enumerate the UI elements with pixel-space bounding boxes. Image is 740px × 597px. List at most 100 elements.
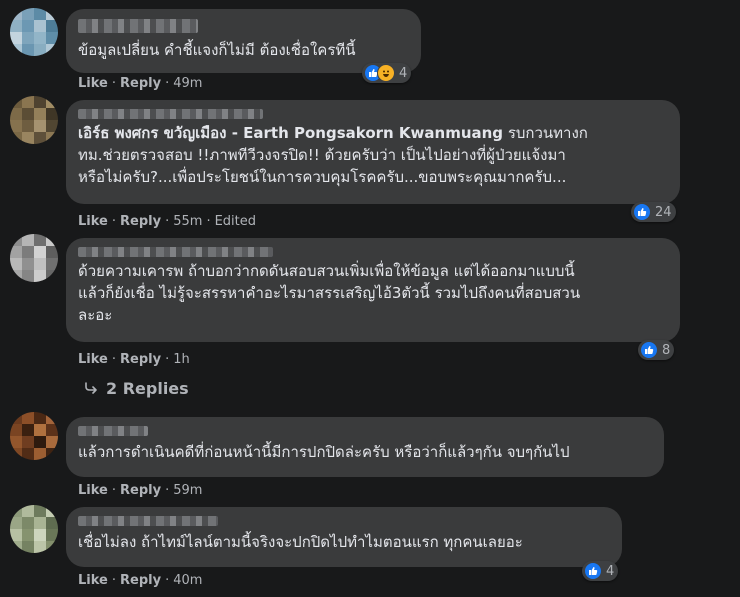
separator-dot: · bbox=[165, 352, 170, 367]
avatar-pixel bbox=[10, 132, 22, 144]
separator-dot: · bbox=[111, 483, 116, 498]
avatar-pixel bbox=[22, 234, 34, 246]
comment-text: แล้วการดำเนินคดีที่ก่อนหน้านี้มีการปกปิด… bbox=[78, 443, 570, 461]
avatar-pixel bbox=[34, 412, 46, 424]
avatar-pixel bbox=[10, 541, 22, 553]
reaction-summary[interactable]: 24 bbox=[631, 202, 676, 222]
separator-dot: · bbox=[111, 76, 116, 91]
avatar-pixel bbox=[46, 505, 58, 517]
like-link[interactable]: Like bbox=[78, 76, 108, 91]
avatar-pixel bbox=[10, 8, 22, 20]
commenter-name[interactable] bbox=[78, 109, 263, 119]
avatar-pixel bbox=[10, 120, 22, 132]
avatar-pixel bbox=[34, 541, 46, 553]
avatar-pixel bbox=[10, 436, 22, 448]
edited-label: Edited bbox=[214, 214, 257, 229]
reply-link[interactable]: Reply bbox=[120, 76, 161, 91]
avatar-pixel bbox=[46, 20, 58, 32]
timestamp[interactable]: 59m bbox=[173, 483, 202, 498]
avatar-pixel bbox=[22, 120, 34, 132]
avatar-pixel bbox=[22, 412, 34, 424]
view-replies-button[interactable]: 2 Replies bbox=[84, 379, 189, 398]
tagged-person[interactable]: เอิร์ธ พงศกร ขวัญเมือง - Earth Pongsakor… bbox=[78, 124, 503, 142]
replies-label: 2 Replies bbox=[106, 379, 189, 398]
avatar-pixel bbox=[34, 108, 46, 120]
avatar-pixel bbox=[10, 424, 22, 436]
comment-text: เชื่อไม่ลง ถ้าไทม์ไลน์ตามนี้จริงจะปกปิดไ… bbox=[78, 533, 523, 551]
avatar-pixel bbox=[34, 270, 46, 282]
comment-bubble: เอิร์ธ พงศกร ขวัญเมือง - Earth Pongsakor… bbox=[66, 100, 680, 204]
avatar[interactable] bbox=[10, 96, 58, 144]
comment-actions: Like · Reply · 1h bbox=[78, 352, 190, 367]
separator-dot: · bbox=[111, 214, 116, 229]
avatar-pixel bbox=[34, 44, 46, 56]
reaction-summary[interactable]: 4 bbox=[582, 561, 619, 581]
avatar[interactable] bbox=[10, 412, 58, 460]
timestamp[interactable]: 49m bbox=[173, 76, 202, 91]
timestamp[interactable]: 1h bbox=[173, 352, 190, 367]
timestamp[interactable]: 40m bbox=[173, 573, 202, 588]
avatar-pixel bbox=[34, 424, 46, 436]
avatar-pixel bbox=[46, 270, 58, 282]
like-link[interactable]: Like bbox=[78, 214, 108, 229]
avatar-pixel bbox=[10, 258, 22, 270]
reaction-count: 8 bbox=[662, 342, 671, 358]
avatar-pixel bbox=[46, 132, 58, 144]
avatar-pixel bbox=[46, 32, 58, 44]
comment-actions: Like · Reply · 49m bbox=[78, 76, 202, 91]
like-link[interactable]: Like bbox=[78, 573, 108, 588]
comment-text: ด้วยความเคารพ ถ้าบอกว่ากดดันสอบสวนเพิ่มเ… bbox=[78, 262, 581, 324]
avatar-pixel bbox=[10, 96, 22, 108]
like-link[interactable]: Like bbox=[78, 483, 108, 498]
avatar-pixel bbox=[10, 412, 22, 424]
reply-link[interactable]: Reply bbox=[120, 483, 161, 498]
commenter-name[interactable] bbox=[78, 19, 198, 33]
reaction-summary[interactable]: 4 bbox=[362, 63, 412, 83]
timestamp[interactable]: 55m bbox=[173, 214, 202, 229]
separator-dot: · bbox=[165, 483, 170, 498]
avatar-pixel bbox=[10, 505, 22, 517]
comment-text: เอิร์ธ พงศกร ขวัญเมือง - Earth Pongsakor… bbox=[78, 122, 668, 188]
reply-link[interactable]: Reply bbox=[120, 352, 161, 367]
avatar-pixel bbox=[34, 8, 46, 20]
separator-dot: · bbox=[206, 214, 211, 229]
comment-actions: Like · Reply · 59m bbox=[78, 483, 202, 498]
avatar-pixel bbox=[34, 96, 46, 108]
like-link[interactable]: Like bbox=[78, 352, 108, 367]
avatar-pixel bbox=[34, 246, 46, 258]
avatar-pixel bbox=[46, 448, 58, 460]
comment-bubble: ด้วยความเคารพ ถ้าบอกว่ากดดันสอบสวนเพิ่มเ… bbox=[66, 238, 680, 342]
avatar-pixel bbox=[34, 529, 46, 541]
avatar-pixel bbox=[10, 32, 22, 44]
avatar-pixel bbox=[10, 246, 22, 258]
reaction-summary[interactable]: 8 bbox=[638, 340, 675, 360]
avatar-pixel bbox=[10, 108, 22, 120]
avatar-pixel bbox=[22, 20, 34, 32]
avatar-pixel bbox=[10, 44, 22, 56]
commenter-name[interactable] bbox=[78, 247, 273, 257]
avatar-pixel bbox=[10, 20, 22, 32]
comment-actions: Like · Reply · 40m bbox=[78, 573, 202, 588]
avatar-pixel bbox=[22, 132, 34, 144]
avatar[interactable] bbox=[10, 8, 58, 56]
reaction-count: 4 bbox=[399, 65, 408, 81]
avatar-pixel bbox=[22, 258, 34, 270]
avatar-pixel bbox=[34, 132, 46, 144]
commenter-name[interactable] bbox=[78, 426, 148, 436]
commenter-name[interactable] bbox=[78, 516, 218, 526]
reply-link[interactable]: Reply bbox=[120, 573, 161, 588]
separator-dot: · bbox=[111, 352, 116, 367]
reply-link[interactable]: Reply bbox=[120, 214, 161, 229]
avatar-pixel bbox=[22, 424, 34, 436]
avatar[interactable] bbox=[10, 234, 58, 282]
avatar-pixel bbox=[34, 234, 46, 246]
avatar[interactable] bbox=[10, 505, 58, 553]
avatar-pixel bbox=[22, 505, 34, 517]
avatar-pixel bbox=[46, 541, 58, 553]
avatar-pixel bbox=[22, 8, 34, 20]
avatar-pixel bbox=[46, 120, 58, 132]
avatar-pixel bbox=[46, 424, 58, 436]
avatar-pixel bbox=[46, 529, 58, 541]
avatar-pixel bbox=[46, 436, 58, 448]
separator-dot: · bbox=[165, 76, 170, 91]
